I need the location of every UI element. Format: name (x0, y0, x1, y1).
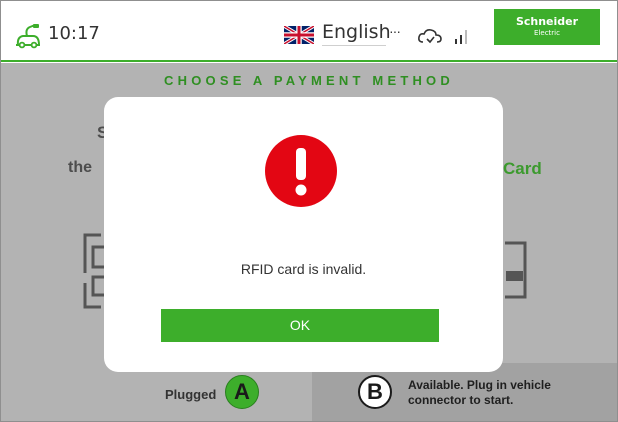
brand-sub: Electric (534, 29, 560, 37)
connector-b-badge[interactable]: B (358, 375, 392, 409)
header-bar: 10:17 English ··· Schneider Electric (1, 1, 617, 62)
schneider-logo: Schneider Electric (494, 9, 600, 45)
connector-a-status: Plugged (165, 387, 217, 402)
signal-icon (455, 30, 467, 44)
card-reader-icon (505, 241, 527, 299)
page-title: CHOOSE A PAYMENT METHOD (164, 73, 454, 88)
connector-b-status: Available. Plug in vehicle connector to … (408, 378, 608, 408)
connector-b-status-line1: Available. Plug in vehicle (408, 378, 551, 392)
plug-car-icon (16, 24, 40, 49)
more-indicator: ··· (389, 23, 401, 39)
uk-flag-icon[interactable] (284, 26, 314, 44)
ok-button[interactable]: OK (161, 309, 439, 342)
card-option-label: Card (503, 159, 542, 178)
error-dialog: RFID card is invalid. OK (104, 97, 503, 372)
language-underline (322, 45, 386, 46)
cloud-icon (418, 29, 442, 44)
option-text-fragment: the (68, 159, 92, 176)
connector-b-status-line2: connector to start. (408, 393, 514, 407)
charging-station-screen: 10:17 English ··· Schneider Electric CHO… (0, 0, 618, 422)
language-selector[interactable]: English (322, 21, 391, 43)
alert-icon (265, 135, 337, 207)
brand-name: Schneider (515, 15, 579, 28)
clock-time: 10:17 (48, 23, 100, 44)
connector-a-badge[interactable]: A (225, 375, 259, 409)
error-message: RFID card is invalid. (240, 261, 367, 277)
